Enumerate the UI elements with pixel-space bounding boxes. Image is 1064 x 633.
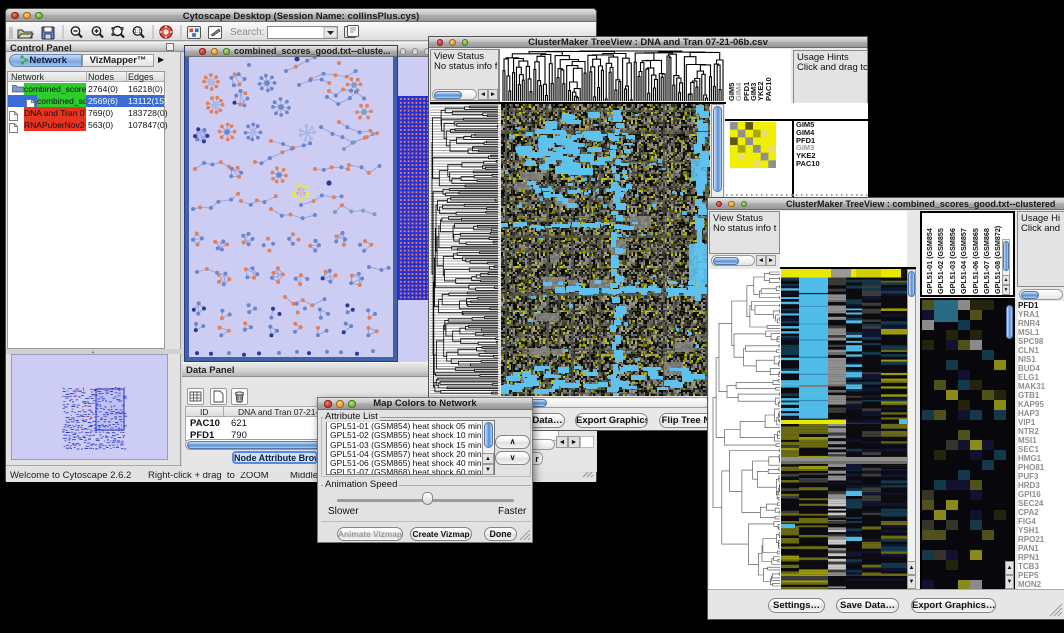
svg-text:1:1: 1:1	[134, 29, 141, 35]
svg-text:Search:: Search:	[230, 27, 264, 38]
